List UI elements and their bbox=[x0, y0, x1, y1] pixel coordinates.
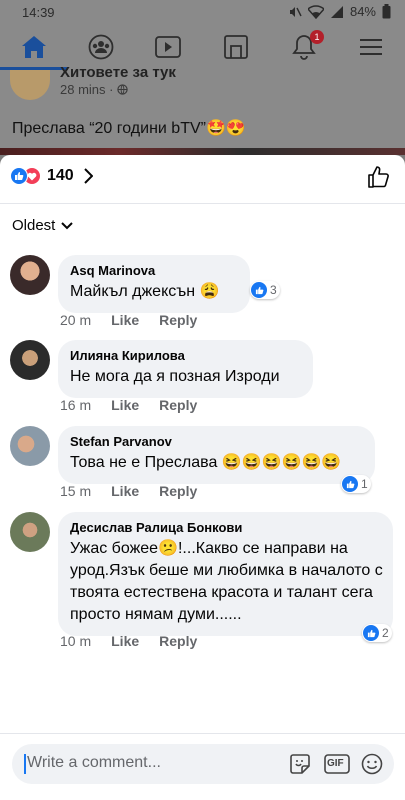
comment-author[interactable]: Asq Marinova bbox=[70, 263, 238, 278]
like-reaction-icon bbox=[10, 167, 28, 185]
status-time: 14:39 bbox=[22, 5, 55, 20]
gif-button[interactable]: GIF bbox=[324, 752, 350, 776]
comment-time: 16 m bbox=[60, 397, 92, 413]
comment-reaction-count: 3 bbox=[270, 283, 277, 297]
battery-icon bbox=[382, 4, 391, 19]
comment-actions: 20 m Like Reply bbox=[60, 312, 197, 328]
comment-reactions[interactable]: 3 bbox=[250, 281, 280, 299]
post-meta: 28 mins · bbox=[60, 82, 128, 97]
comment-like-button[interactable]: Like bbox=[111, 483, 139, 499]
post-image bbox=[0, 148, 405, 155]
home-icon bbox=[22, 36, 46, 58]
nav-notifications[interactable]: 1 bbox=[286, 30, 324, 62]
comment-reactions[interactable]: 2 bbox=[362, 624, 392, 642]
comment-reply-button[interactable]: Reply bbox=[159, 312, 197, 328]
globe-icon bbox=[117, 84, 128, 95]
comment-input-placeholder: Write a comment... bbox=[27, 754, 161, 771]
notification-badge: 1 bbox=[310, 30, 324, 44]
comment-reply-button[interactable]: Reply bbox=[159, 397, 197, 413]
chevron-down-icon bbox=[61, 221, 74, 229]
reactions-summary[interactable]: 140 bbox=[10, 167, 93, 185]
comment-input[interactable]: Write a comment... GIF bbox=[12, 744, 394, 784]
hamburger-menu-icon bbox=[360, 39, 382, 55]
wifi-icon bbox=[307, 4, 324, 19]
comment-text: Ужас божее😕!...Какво се направи на урод.… bbox=[70, 540, 383, 623]
comment-reactions[interactable]: 1 bbox=[341, 475, 371, 493]
comment-author[interactable]: Десислав Ралица Бонкови bbox=[70, 520, 383, 535]
thumbs-up-outline-icon bbox=[368, 166, 389, 188]
post-text: Преслава “20 години bTV”🤩😍 bbox=[12, 120, 246, 137]
sticker-button[interactable] bbox=[288, 752, 312, 776]
comment-like-button[interactable]: Like bbox=[111, 397, 139, 413]
avatar[interactable] bbox=[10, 512, 50, 552]
avatar[interactable] bbox=[10, 255, 50, 295]
comment-bubble[interactable]: Десислав Ралица Бонкови Ужас божее😕!...К… bbox=[58, 512, 393, 636]
nav-groups[interactable] bbox=[83, 32, 119, 62]
text-cursor bbox=[24, 754, 26, 774]
sticker-icon bbox=[290, 754, 310, 774]
comment-like-button[interactable]: Like bbox=[111, 312, 139, 328]
comment-sort-dropdown[interactable]: Oldest bbox=[12, 217, 74, 234]
video-icon bbox=[155, 36, 181, 58]
avatar[interactable] bbox=[10, 426, 50, 466]
comment-time: 20 m bbox=[60, 312, 92, 328]
comment-text: Това не е Преслава 😆😆😆😆😆😆 bbox=[70, 454, 342, 471]
gif-label: GIF bbox=[327, 758, 344, 769]
signal-icon bbox=[330, 5, 343, 18]
post-time: 28 mins · bbox=[60, 82, 114, 97]
chevron-right-icon bbox=[83, 168, 93, 184]
comment-text: Не мога да я позная Изроди bbox=[70, 368, 280, 385]
post-page-name: Хитовете за тук bbox=[60, 64, 176, 81]
comment-text: Майкъл джексън 😩 bbox=[70, 283, 220, 300]
comment-like-button[interactable]: Like bbox=[111, 633, 139, 649]
reactions-count: 140 bbox=[47, 167, 74, 184]
like-reaction-icon bbox=[342, 476, 358, 492]
like-reaction-icon bbox=[251, 282, 267, 298]
comment-time: 15 m bbox=[60, 483, 92, 499]
comment-reply-button[interactable]: Reply bbox=[159, 483, 197, 499]
nav-menu[interactable] bbox=[353, 32, 389, 62]
comment-author[interactable]: Илияна Кирилова bbox=[70, 348, 301, 363]
comment-bubble[interactable]: Илияна Кирилова Не мога да я позная Изро… bbox=[58, 340, 313, 398]
comment-reaction-count: 1 bbox=[361, 477, 368, 491]
nav-home[interactable] bbox=[16, 32, 52, 62]
nav-watch[interactable] bbox=[150, 32, 186, 62]
comment-actions: 15 m Like Reply bbox=[60, 483, 197, 499]
mute-icon bbox=[289, 6, 302, 17]
comment-bubble[interactable]: Stefan Parvanov Това не е Преслава 😆😆😆😆😆… bbox=[58, 426, 375, 484]
battery-percent: 84% bbox=[349, 4, 376, 19]
comment-composer: Write a comment... GIF bbox=[0, 733, 405, 800]
emoji-button[interactable] bbox=[360, 752, 384, 776]
header-divider bbox=[0, 203, 405, 204]
background-post: Хитовете за тук 28 mins · Преслава “20 г… bbox=[0, 64, 405, 155]
comment-bubble[interactable]: Asq Marinova Майкъл джексън 😩 bbox=[58, 255, 250, 313]
like-post-button[interactable] bbox=[367, 165, 391, 194]
comment-actions: 16 m Like Reply bbox=[60, 397, 197, 413]
status-icons: 84% bbox=[288, 4, 391, 19]
sort-label: Oldest bbox=[12, 217, 56, 234]
pages-icon bbox=[224, 35, 248, 59]
groups-icon bbox=[88, 34, 114, 60]
comment-author[interactable]: Stefan Parvanov bbox=[70, 434, 363, 449]
comment-reply-button[interactable]: Reply bbox=[159, 633, 197, 649]
avatar[interactable] bbox=[10, 340, 50, 380]
comment-actions: 10 m Like Reply bbox=[60, 633, 197, 649]
emoji-icon bbox=[361, 753, 383, 775]
comment-reaction-count: 2 bbox=[382, 626, 389, 640]
like-reaction-icon bbox=[363, 625, 379, 641]
nav-marketplace[interactable] bbox=[218, 32, 254, 62]
comments-sheet: 140 Oldest Asq Marinova Майкъл джексън 😩… bbox=[0, 155, 405, 800]
comment-time: 10 m bbox=[60, 633, 92, 649]
status-bar: 14:39 84% bbox=[0, 0, 405, 26]
page-avatar bbox=[10, 70, 50, 100]
